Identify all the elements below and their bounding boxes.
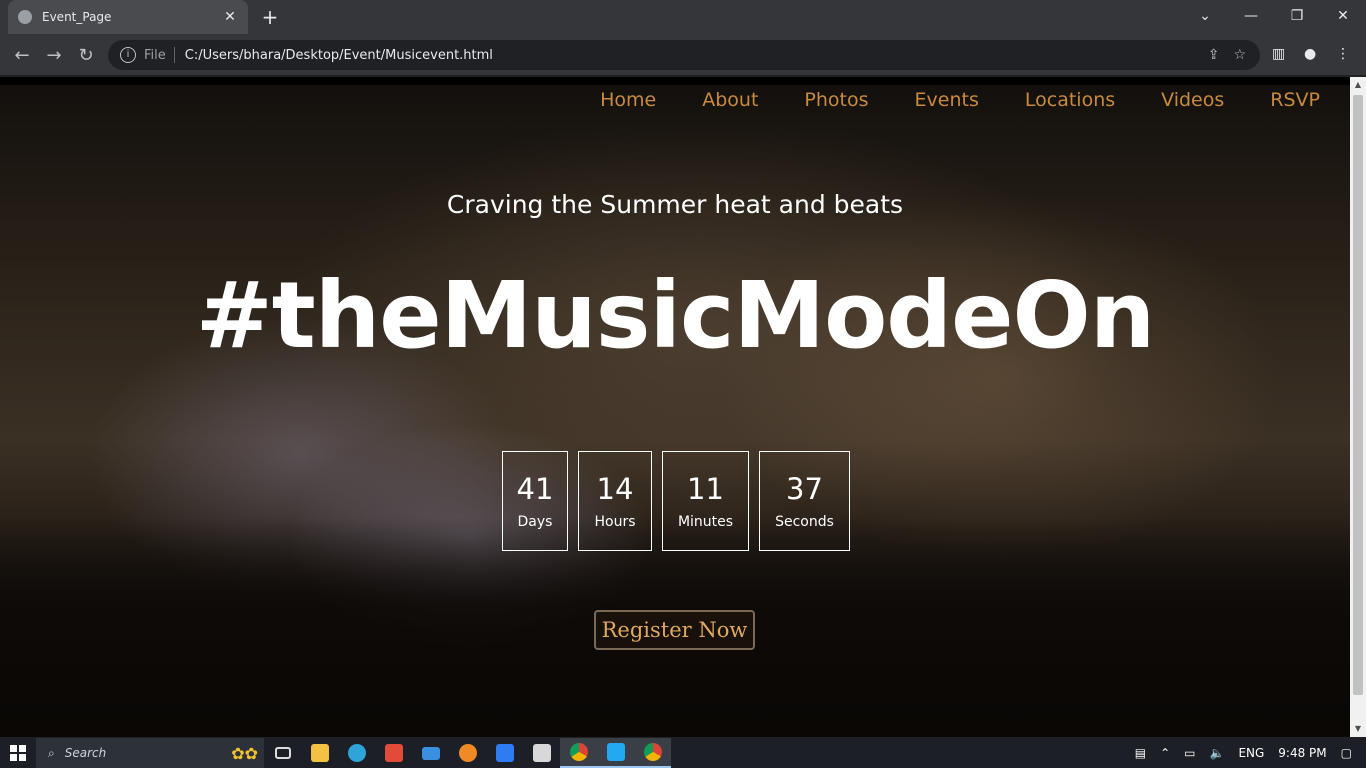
microsoft-store-icon[interactable] (375, 738, 412, 768)
back-button[interactable]: ← (8, 42, 36, 70)
scroll-up-arrow-icon[interactable]: ▲ (1350, 77, 1366, 93)
globe-icon (18, 10, 32, 24)
nav-locations[interactable]: Locations (1025, 89, 1115, 111)
countdown-hours-label: Hours (594, 514, 636, 530)
windows-logo-icon (10, 745, 26, 761)
system-tray: ▤ ⌃ ▭ 🔈 ENG 9:48 PM ▢ (1135, 746, 1366, 760)
url-text[interactable]: C:/Users/bhara/Desktop/Event/Musicevent.… (185, 48, 1208, 63)
nav-videos[interactable]: Videos (1161, 89, 1224, 111)
nav-events[interactable]: Events (915, 89, 979, 111)
countdown-seconds: 37 Seconds (759, 451, 850, 551)
windows-taskbar: ⌕ Search ✿✿ ▤ ⌃ ▭ 🔈 ENG 9:48 PM ▢ (0, 738, 1366, 768)
news-widget-icon[interactable]: ▤ (1135, 746, 1146, 760)
forward-button[interactable]: → (40, 42, 68, 70)
restore-button[interactable]: ❐ (1274, 0, 1320, 34)
scrollbar-thumb[interactable] (1353, 95, 1363, 695)
close-window-button[interactable]: ✕ (1320, 0, 1366, 34)
browser-toolbar: ← → ↻ i File C:/Users/bhara/Desktop/Even… (0, 34, 1366, 76)
countdown-minutes-label: Minutes (677, 514, 734, 530)
nav-photos[interactable]: Photos (804, 89, 868, 111)
browser-tab[interactable]: Event_Page ✕ (8, 0, 248, 34)
countdown-days-value: 41 (516, 472, 554, 506)
scheme-label: File (144, 47, 166, 63)
countdown-seconds-label: Seconds (775, 514, 834, 530)
nav-home[interactable]: Home (600, 89, 656, 111)
countdown-days: 41 Days (502, 451, 568, 551)
taskbar-search-placeholder: Search (64, 746, 107, 760)
menu-kebab-icon[interactable]: ⋮ (1336, 46, 1350, 62)
scroll-down-arrow-icon[interactable]: ▼ (1350, 721, 1366, 737)
share-icon[interactable]: ⇪ (1208, 47, 1220, 63)
browser-tabbar: Event_Page ✕ + ⌄ — ❐ ✕ (0, 0, 1366, 34)
page-scrollbar[interactable]: ▲ ▼ (1350, 77, 1366, 737)
tab-search-chevron-icon[interactable]: ⌄ (1182, 0, 1228, 34)
tab-title: Event_Page (42, 10, 112, 24)
reload-button[interactable]: ↻ (72, 42, 100, 70)
nav-rsvp[interactable]: RSVP (1270, 89, 1320, 111)
hero-tagline: Craving the Summer heat and beats (446, 190, 904, 219)
countdown-hours-value: 14 (596, 472, 634, 506)
chrome-window-icon[interactable] (634, 738, 671, 768)
profile-icon[interactable]: ● (1304, 46, 1316, 62)
countdown-days-label: Days (517, 514, 553, 530)
page-top-strip (0, 77, 1350, 85)
nav-about[interactable]: About (702, 89, 758, 111)
countdown-seconds-value: 37 (786, 472, 823, 506)
countdown-hours: 14 Hours (578, 451, 652, 551)
minimize-button[interactable]: — (1228, 0, 1274, 34)
file-explorer-icon[interactable] (301, 738, 338, 768)
register-now-button[interactable]: Register Now (594, 610, 755, 650)
countdown-minutes-value: 11 (687, 472, 724, 506)
taskbar-search-box[interactable]: ⌕ Search ✿✿ (36, 738, 264, 768)
new-tab-button[interactable]: + (258, 5, 282, 29)
close-tab-icon[interactable]: ✕ (222, 9, 238, 25)
countdown-minutes: 11 Minutes (662, 451, 749, 551)
language-indicator[interactable]: ENG (1238, 746, 1264, 760)
chrome-icon[interactable] (560, 738, 597, 768)
clock[interactable]: 9:48 PM (1278, 746, 1326, 760)
site-info-icon[interactable]: i (120, 47, 136, 63)
site-navigation: Home About Photos Events Locations Video… (600, 89, 1320, 111)
amazon-icon[interactable] (523, 738, 560, 768)
task-view-icon[interactable] (264, 738, 301, 768)
search-icon: ⌕ (48, 745, 55, 760)
notifications-icon[interactable]: ▢ (1341, 746, 1352, 760)
address-bar[interactable]: i File C:/Users/bhara/Desktop/Event/Musi… (108, 40, 1260, 70)
search-highlight-flowers-icon: ✿✿ (231, 743, 258, 763)
bookmark-star-icon[interactable]: ☆ (1233, 47, 1246, 63)
start-button[interactable] (0, 738, 36, 768)
battery-icon[interactable]: ▭ (1184, 746, 1195, 760)
edge-browser-icon[interactable] (338, 738, 375, 768)
show-hidden-icons-chevron-icon[interactable]: ⌃ (1160, 746, 1170, 760)
dropbox-icon[interactable] (486, 738, 523, 768)
side-panel-icon[interactable]: ▥ (1272, 46, 1285, 62)
firefox-icon[interactable] (449, 738, 486, 768)
hero-hashtag: #theMusicModeOn (195, 262, 1156, 369)
speaker-icon[interactable]: 🔈 (1209, 746, 1224, 760)
mail-icon[interactable] (412, 738, 449, 768)
page-viewport: Home About Photos Events Locations Video… (0, 77, 1350, 737)
divider (173, 47, 175, 63)
vscode-icon[interactable] (597, 738, 634, 768)
countdown-timer: 41 Days 14 Hours 11 Minutes 37 Seconds (502, 451, 850, 551)
